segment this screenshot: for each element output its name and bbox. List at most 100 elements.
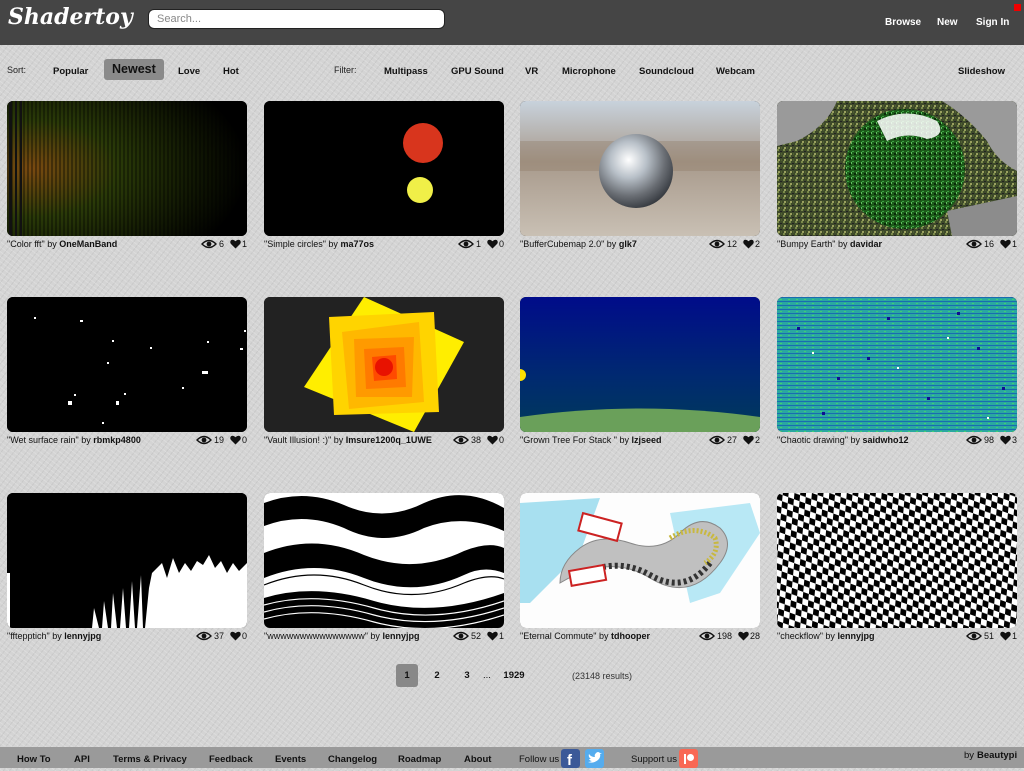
filter-webcam[interactable]: Webcam [716, 66, 755, 77]
search-input[interactable] [148, 9, 445, 29]
shader-author[interactable]: Imsure1200q_1UWE [346, 435, 432, 445]
shader-author[interactable]: davidar [850, 239, 882, 249]
by-label: by [328, 239, 338, 249]
view-count: 27 [726, 435, 737, 445]
shader-title[interactable]: "BufferCubemap 2.0" [520, 239, 604, 249]
shader-author[interactable]: lennyjpg [837, 631, 874, 641]
shader-thumbnail[interactable] [7, 297, 247, 432]
shader-thumbnail[interactable] [520, 297, 760, 432]
view-count: 16 [983, 239, 994, 249]
credit-beautypi[interactable]: Beautypi [977, 750, 1017, 761]
footer-about[interactable]: About [464, 754, 491, 765]
view-count: 37 [213, 631, 224, 641]
likes-heart-icon [487, 631, 498, 641]
credit-prefix: by [964, 750, 975, 761]
like-count: 0 [241, 435, 247, 445]
page-last[interactable]: 1929 [500, 664, 528, 687]
sort-label: Sort: [7, 65, 27, 75]
shader-thumbnail[interactable] [777, 297, 1017, 432]
views-eye-icon [196, 435, 212, 445]
by-label: by [850, 435, 860, 445]
shader-author[interactable]: tdhooper [611, 631, 650, 641]
sort-filter-bar: Sort: Popular Newest Love Hot Filter: Mu… [0, 59, 1024, 83]
filter-vr[interactable]: VR [525, 66, 538, 77]
like-count: 2 [754, 435, 760, 445]
browse-link[interactable]: Browse [885, 17, 921, 28]
shader-author[interactable]: lennyjpg [64, 631, 101, 641]
like-count: 0 [498, 435, 504, 445]
shader-thumbnail[interactable] [520, 493, 760, 628]
likes-heart-icon [487, 239, 498, 249]
slideshow-link[interactable]: Slideshow [958, 66, 1005, 77]
view-count: 98 [983, 435, 994, 445]
shader-author[interactable]: OneManBand [59, 239, 117, 249]
page-ellipsis: ... [483, 670, 491, 681]
by-label: by [837, 239, 848, 249]
like-count: 3 [1011, 435, 1017, 445]
footer-changelog[interactable]: Changelog [328, 754, 377, 765]
by-label: by [52, 631, 62, 641]
filter-multipass[interactable]: Multipass [384, 66, 428, 77]
filter-microphone[interactable]: Microphone [562, 66, 616, 77]
shader-author[interactable]: rbmkp4800 [93, 435, 141, 445]
shader-title[interactable]: "Bumpy Earth" [777, 239, 835, 249]
sort-popular[interactable]: Popular [53, 66, 88, 77]
shader-author[interactable]: lennyjpg [382, 631, 419, 641]
shader-thumbnail[interactable] [777, 101, 1017, 236]
shader-title[interactable]: "Chaotic drawing" [777, 435, 848, 445]
views-eye-icon [201, 239, 217, 249]
shader-author[interactable]: lzjseed [631, 435, 661, 445]
views-eye-icon [453, 435, 469, 445]
sign-in-link[interactable]: Sign In [976, 17, 1009, 28]
footer-roadmap[interactable]: Roadmap [398, 754, 441, 765]
footer-api[interactable]: API [74, 754, 90, 765]
like-count: 1 [498, 631, 504, 641]
shader-title[interactable]: "wwwwwwwwwwwwwww" [264, 631, 368, 641]
shader-thumbnail[interactable] [7, 101, 247, 236]
support-label: Support us [631, 754, 677, 765]
twitter-icon[interactable] [585, 749, 604, 768]
shader-title[interactable]: "fftepptich" [7, 631, 50, 641]
footer-events[interactable]: Events [275, 754, 306, 765]
shader-thumbnail[interactable] [777, 493, 1017, 628]
shader-author[interactable]: glk7 [619, 239, 637, 249]
shader-title[interactable]: "Simple circles" [264, 239, 326, 249]
sort-love[interactable]: Love [178, 66, 200, 77]
footer-how-to[interactable]: How To [17, 754, 51, 765]
view-count: 6 [218, 239, 224, 249]
facebook-icon[interactable]: f [561, 749, 580, 769]
shader-thumbnail[interactable] [520, 101, 760, 236]
sort-hot[interactable]: Hot [223, 66, 239, 77]
filter-gpu-sound[interactable]: GPU Sound [451, 66, 504, 77]
page-current[interactable]: 1 [396, 664, 418, 687]
shadertoy-logo[interactable]: Shadertoy [8, 4, 133, 30]
shader-thumbnail[interactable] [264, 101, 504, 236]
by-label: by [47, 239, 57, 249]
likes-heart-icon [487, 435, 498, 445]
shader-title[interactable]: "checkflow" [777, 631, 823, 641]
shader-title[interactable]: "Wet surface rain" [7, 435, 79, 445]
likes-heart-icon [1000, 435, 1011, 445]
shader-thumbnail[interactable] [264, 493, 504, 628]
footer-feedback[interactable]: Feedback [209, 754, 253, 765]
shader-title[interactable]: "Vault Illusion! :)" [264, 435, 331, 445]
shader-author[interactable]: ma77os [340, 239, 374, 249]
shader-author[interactable]: saidwho12 [862, 435, 908, 445]
like-count: 0 [498, 239, 504, 249]
patreon-icon[interactable] [679, 749, 698, 768]
views-eye-icon [966, 631, 982, 641]
filter-label: Filter: [334, 65, 357, 75]
shader-title[interactable]: "Color fft" [7, 239, 45, 249]
sort-newest[interactable]: Newest [104, 59, 164, 80]
shader-title[interactable]: "Eternal Commute" [520, 631, 596, 641]
footer-terms-privacy[interactable]: Terms & Privacy [113, 754, 187, 765]
page-3[interactable]: 3 [460, 664, 474, 687]
shader-thumbnail[interactable] [264, 297, 504, 432]
new-link[interactable]: New [937, 17, 958, 28]
views-eye-icon [196, 631, 212, 641]
results-count: (23148 results) [572, 671, 633, 681]
filter-soundcloud[interactable]: Soundcloud [639, 66, 694, 77]
page-2[interactable]: 2 [430, 664, 444, 687]
shader-thumbnail[interactable] [7, 493, 247, 628]
shader-title[interactable]: "Grown Tree For Stack " [520, 435, 617, 445]
